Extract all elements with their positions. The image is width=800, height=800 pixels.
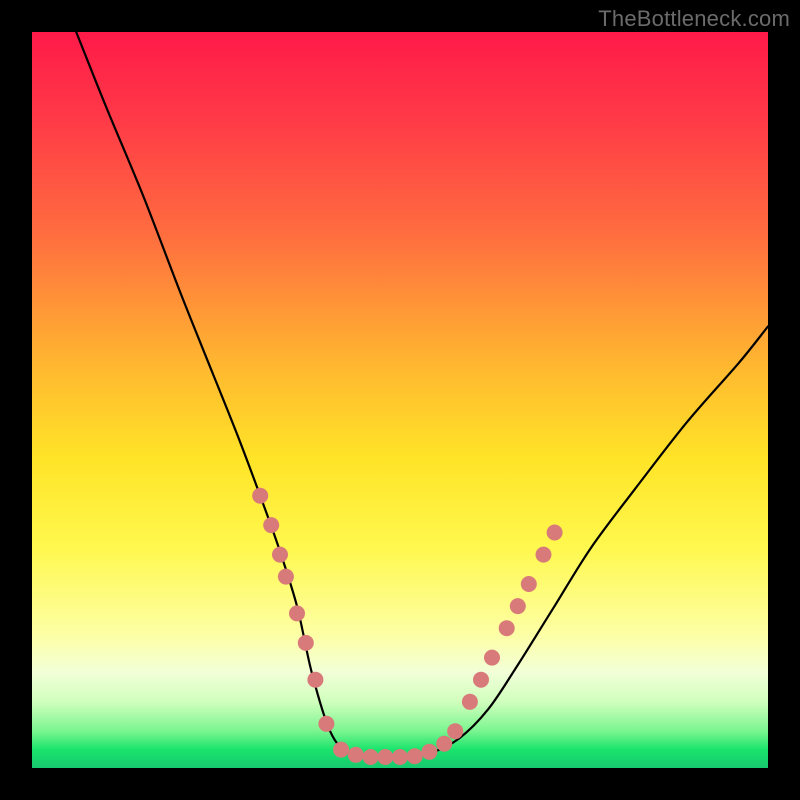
watermark-text: TheBottleneck.com [598,6,790,32]
marker-dot [348,747,364,763]
marker-dot [447,723,463,739]
marker-dot [278,569,294,585]
curve-markers [252,488,562,765]
marker-dot [307,672,323,688]
marker-dot [363,749,379,765]
marker-dot [289,605,305,621]
marker-dot [547,525,563,541]
marker-dot [318,716,334,732]
marker-dot [521,576,537,592]
marker-dot [407,748,423,764]
marker-dot [473,672,489,688]
plot-area [32,32,768,768]
marker-dot [377,749,393,765]
bottleneck-curve [76,32,768,757]
marker-dot [298,635,314,651]
marker-dot [421,744,437,760]
marker-dot [252,488,268,504]
marker-dot [536,547,552,563]
marker-dot [392,749,408,765]
marker-dot [436,736,452,752]
chart-frame: TheBottleneck.com [0,0,800,800]
chart-svg [32,32,768,768]
marker-dot [499,620,515,636]
marker-dot [272,547,288,563]
marker-dot [333,742,349,758]
marker-dot [263,517,279,533]
marker-dot [484,650,500,666]
marker-dot [510,598,526,614]
marker-dot [462,694,478,710]
